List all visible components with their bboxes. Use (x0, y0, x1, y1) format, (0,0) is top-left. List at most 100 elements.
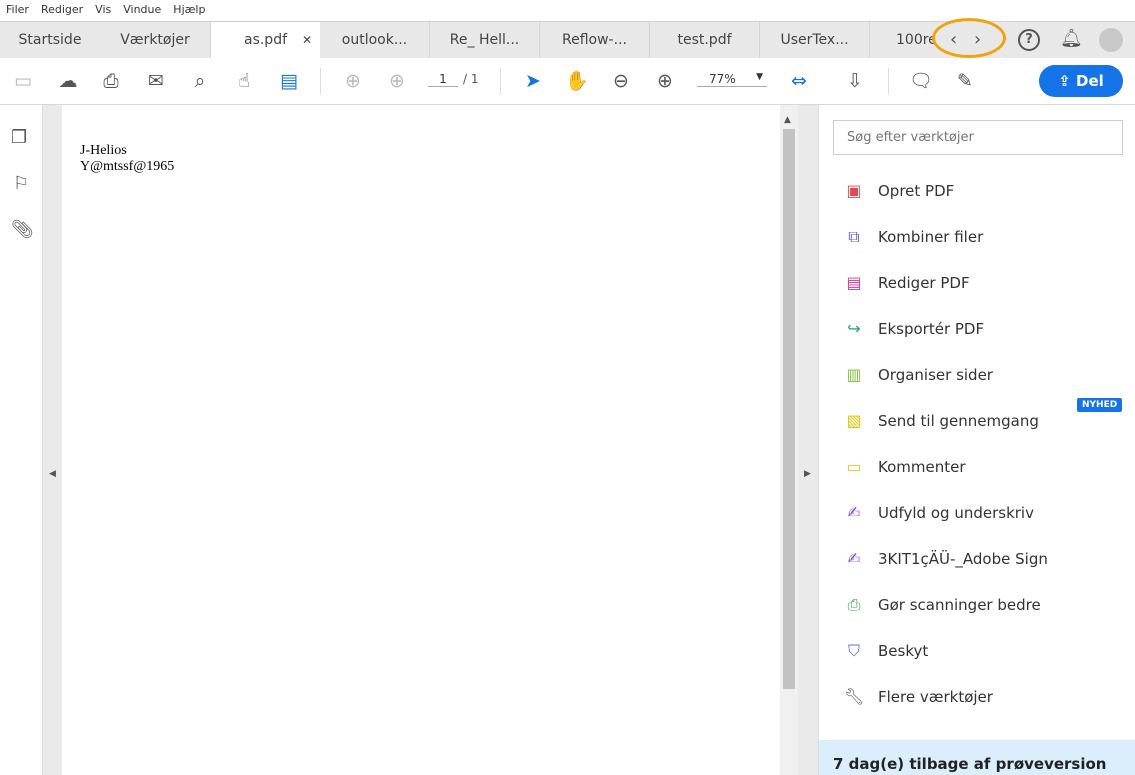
tool-icon: ⎙ (847, 595, 861, 614)
tab-outlook[interactable]: outlook... (320, 22, 430, 59)
fit-page-icon[interactable]: ⇔ (786, 68, 812, 94)
tool-search-input[interactable] (833, 120, 1123, 155)
document-line: J-Helios (80, 143, 127, 158)
print-icon[interactable]: ⎙ (98, 68, 124, 94)
upload-cloud-icon[interactable]: ☁ (55, 68, 81, 94)
menu-vindue[interactable]: Vindue (123, 3, 161, 18)
tool-label: Beskyt (878, 642, 929, 660)
menu-hjaelp[interactable]: Hjælp (173, 3, 205, 18)
zoom-out-icon[interactable]: ⊖ (608, 68, 634, 94)
menu-vis[interactable]: Vis (95, 3, 111, 18)
tab-usertex[interactable]: UserTex... (760, 22, 870, 59)
tab-scroll-left-icon[interactable]: ‹ (950, 29, 957, 50)
page-thumbnails-icon[interactable]: ❐ (11, 127, 27, 148)
toolbar: ▭ ☁ ⎙ ✉ ⌕ ☝ ▤ ⊕ ⊕ 1 / 1 ➤ ✋ ⊖ ⊕ 77% ▼ ⇔ ⇩… (0, 58, 1135, 105)
vertical-scrollbar[interactable]: ▲ (780, 105, 798, 775)
tool-item[interactable]: ▣ Opret PDF (843, 176, 954, 206)
next-page-icon[interactable]: ⊕ (384, 68, 410, 94)
bell-icon[interactable]: 🔔︎ (1060, 28, 1083, 49)
tool-icon: ▧ (846, 411, 862, 430)
share-button[interactable]: ⇪ Del (1039, 65, 1123, 97)
tool-item[interactable]: ⛉ Beskyt (843, 636, 928, 666)
menu-filer[interactable]: Filer (6, 3, 29, 18)
divider (888, 68, 889, 94)
page-total: / 1 (463, 72, 479, 86)
tab-startside[interactable]: Startside (0, 22, 100, 59)
select-pointer-icon[interactable]: ➤ (520, 68, 546, 94)
tool-item[interactable]: ▤ Rediger PDF (843, 268, 970, 298)
page-number-input[interactable]: 1 (428, 72, 458, 87)
left-navigation-pane: ❐ ⚐ 📎︎ (0, 105, 43, 775)
tool-icon: ▥ (846, 365, 862, 384)
menu-rediger[interactable]: Rediger (41, 3, 83, 18)
tools-panel: ▣ Opret PDF ⧉ Kombiner filer ▤ Rediger PDF ↪ Ek… (818, 105, 1135, 775)
tool-item[interactable]: ↪ Eksportér PDF (843, 314, 984, 344)
tool-label: Send til gennemgang (878, 412, 1039, 430)
tool-label: Udfyld og underskriv (878, 504, 1034, 522)
left-pane-collapse-strip[interactable]: ◀ (43, 105, 62, 775)
attachment-icon[interactable]: 📎︎ (11, 219, 34, 240)
highlight-pen-icon[interactable]: ✎ (952, 68, 978, 94)
tab-reflow[interactable]: Reflow-... (540, 22, 650, 59)
tool-icon: ▤ (846, 273, 862, 292)
tool-label: 3KIT1çÄÜ-_Adobe Sign (878, 550, 1048, 568)
expand-left-icon[interactable]: ◀ (49, 469, 56, 479)
tab-label: as.pdf (243, 32, 288, 48)
tool-label: Eksportér PDF (878, 320, 985, 338)
save-icon[interactable]: ▭ (10, 68, 36, 94)
tool-item[interactable]: 🔧︎ Flere værktøjer (843, 682, 993, 712)
zoom-select[interactable]: 77% ▼ (697, 72, 767, 87)
help-icon[interactable]: ? (1018, 29, 1040, 51)
tool-item[interactable]: ▧ Send til gennemgang (843, 406, 1039, 436)
close-tab-icon[interactable]: ✕ (302, 22, 312, 59)
document-line: Y@mtssf@1965 (80, 159, 175, 174)
search-icon[interactable]: ⌕ (187, 68, 213, 94)
tool-item[interactable]: ⎙ Gør scanninger bedre (843, 590, 1041, 620)
zoom-in-icon[interactable]: ⊕ (652, 68, 678, 94)
tab-re-hell[interactable]: Re_ Hell... (430, 22, 540, 59)
avatar[interactable] (1099, 28, 1123, 52)
bookmark-icon[interactable]: ⚐ (13, 173, 29, 194)
tool-icon: ▣ (846, 181, 862, 200)
new-badge: NYHED (1077, 398, 1123, 412)
hand-tool-icon[interactable]: ✋ (564, 68, 590, 94)
share-label: Del (1076, 72, 1104, 90)
tool-label: Organiser sider (878, 366, 993, 384)
tab-scroll-right-icon[interactable]: › (974, 29, 981, 50)
divider (320, 68, 321, 94)
tool-item[interactable]: ▭ Kommenter (843, 452, 965, 482)
tool-icon: ⛉ (847, 641, 860, 660)
divider (500, 68, 501, 94)
scroll-mode-icon[interactable]: ⇩ (842, 68, 868, 94)
tool-label: Flere værktøjer (878, 688, 993, 706)
right-pane-collapse-strip[interactable]: ▶ (798, 105, 818, 775)
tool-label: Opret PDF (878, 182, 955, 200)
read-aloud-icon[interactable]: ☝ (231, 68, 257, 94)
comment-icon[interactable]: 🗨︎ (908, 68, 934, 94)
tool-label: Kombiner filer (878, 228, 984, 246)
scrollbar-thumb[interactable] (783, 129, 795, 689)
tool-icon: ▭ (846, 457, 862, 476)
tool-item[interactable]: ▥ Organiser sider (843, 360, 993, 390)
tool-item[interactable]: ⧉ Kombiner filer (843, 222, 983, 252)
tab-as-pdf[interactable]: as.pdf ✕ (211, 22, 320, 59)
document-icon[interactable]: ▤ (276, 68, 302, 94)
share-icon: ⇪ (1058, 72, 1076, 90)
previous-page-icon[interactable]: ⊕ (340, 68, 366, 94)
tab-100re[interactable]: 100re (870, 22, 934, 59)
scroll-up-icon[interactable]: ▲ (784, 115, 791, 125)
chevron-down-icon: ▼ (756, 72, 763, 82)
tab-test-pdf[interactable]: test.pdf (650, 22, 760, 59)
pdf-page: J-Helios Y@mtssf@1965 (62, 105, 780, 775)
email-icon[interactable]: ✉ (143, 68, 169, 94)
collapse-right-icon[interactable]: ▶ (804, 469, 811, 479)
tool-item[interactable]: ✍ Udfyld og underskriv (843, 498, 1034, 528)
tool-label: Rediger PDF (878, 274, 970, 292)
tool-item[interactable]: ✍ 3KIT1çÄÜ-_Adobe Sign (843, 544, 1048, 574)
tool-icon: ⧉ (848, 227, 860, 246)
tool-icon: ✍ (847, 503, 861, 522)
tool-label: Gør scanninger bedre (878, 596, 1041, 614)
zoom-value: 77% (709, 72, 736, 86)
tool-icon: ✍ (847, 549, 861, 568)
tab-vaerktoejer[interactable]: Værktøjer (100, 22, 211, 59)
